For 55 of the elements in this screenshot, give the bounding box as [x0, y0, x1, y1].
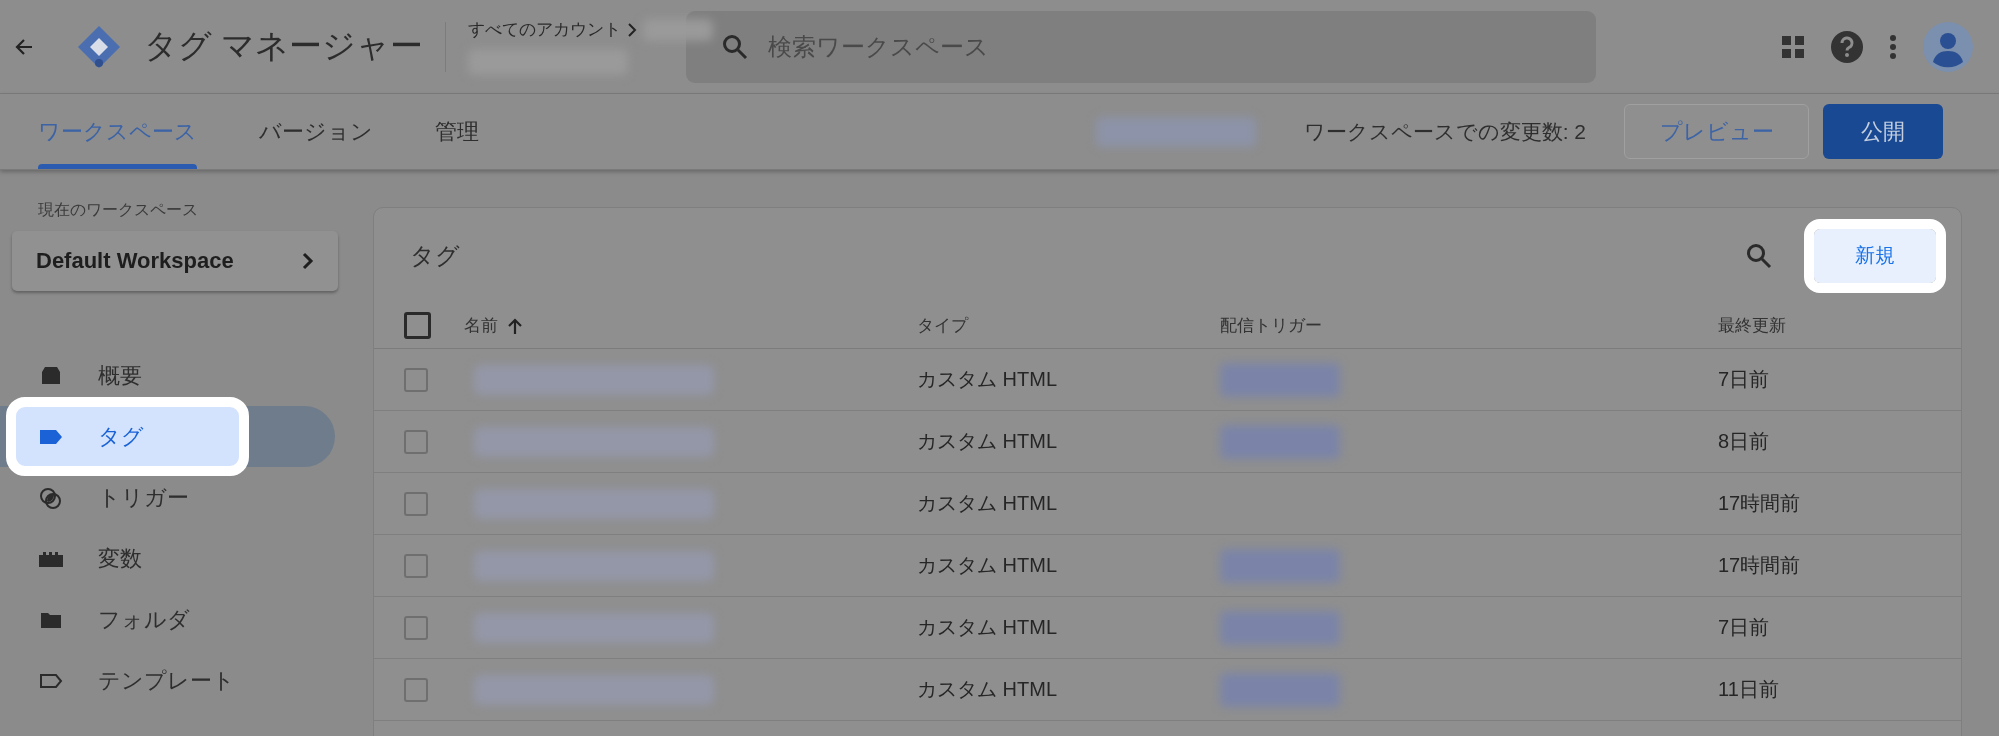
redacted-text[interactable]	[474, 364, 714, 395]
tab[interactable]: バージョン	[237, 94, 395, 169]
table-cell-text: 17時間前	[1718, 553, 1801, 578]
table-cell-text: カスタム HTML	[917, 677, 1057, 702]
redacted-text[interactable]	[474, 674, 714, 705]
publish-button[interactable]: 公開	[1823, 104, 1943, 159]
checkbox[interactable]	[404, 677, 428, 702]
chevron-right-icon	[302, 252, 314, 270]
column-header[interactable]: 名前	[464, 314, 498, 337]
search-icon	[722, 33, 749, 60]
checkbox[interactable]	[404, 312, 431, 339]
table-cell-text: 17時間前	[1718, 491, 1801, 516]
table-cell-text: 8日前	[1718, 429, 1770, 454]
trigger-icon	[38, 485, 64, 510]
column-header: タイプ	[917, 315, 968, 337]
table-cell-text: カスタム HTML	[917, 553, 1057, 578]
checkbox[interactable]	[404, 367, 428, 392]
logo-icon	[76, 23, 122, 70]
column-header: 配信トリガー	[1220, 315, 1322, 337]
more-icon[interactable]	[1889, 33, 1897, 60]
chevron-right-icon	[627, 22, 638, 37]
card-title: タグ	[410, 240, 460, 271]
search-icon[interactable]	[1746, 242, 1772, 269]
sidebar-item[interactable]: トリガー	[0, 467, 335, 528]
checkbox[interactable]	[404, 615, 428, 640]
app-title: タグ マネージャー	[144, 26, 424, 66]
apps-icon[interactable]	[1781, 34, 1805, 59]
sidebar-item[interactable]: テンプレート	[0, 650, 335, 711]
redacted-text[interactable]	[474, 550, 714, 581]
avatar-icon[interactable]	[1923, 21, 1973, 72]
breadcrumb-link[interactable]: すべてのアカウント	[468, 18, 622, 41]
sidebar-item[interactable]: 変数	[0, 528, 335, 589]
changes-count: ワークスペースでの変更数: 2	[1303, 118, 1586, 145]
checkbox[interactable]	[404, 429, 428, 454]
table-cell-text: 11日前	[1718, 677, 1779, 702]
workspace-selector[interactable]: Default Workspace	[12, 231, 338, 291]
help-icon[interactable]	[1831, 30, 1863, 63]
redacted-text[interactable]	[474, 612, 714, 643]
sort-arrow-icon[interactable]	[508, 317, 522, 334]
checkbox[interactable]	[404, 491, 428, 516]
table-cell-text: カスタム HTML	[917, 491, 1057, 516]
table-cell-text: 7日前	[1718, 367, 1770, 392]
table-cell-text: 7日前	[1718, 615, 1770, 640]
sidebar-item[interactable]: 概要	[0, 345, 335, 406]
tab[interactable]: 管理	[413, 94, 501, 169]
back-arrow-icon	[14, 36, 34, 57]
table-cell-text: カスタム HTML	[917, 367, 1057, 392]
table-cell-text: カスタム HTML	[917, 615, 1057, 640]
redacted-text[interactable]	[474, 488, 714, 519]
table-cell-text: カスタム HTML	[917, 429, 1057, 454]
column-header: 最終更新	[1718, 315, 1786, 337]
redacted-text[interactable]	[474, 426, 714, 457]
section-label: 現在のワークスペース	[38, 200, 199, 220]
sidebar-item[interactable]: フォルダ	[0, 589, 335, 650]
checkbox[interactable]	[404, 553, 428, 578]
